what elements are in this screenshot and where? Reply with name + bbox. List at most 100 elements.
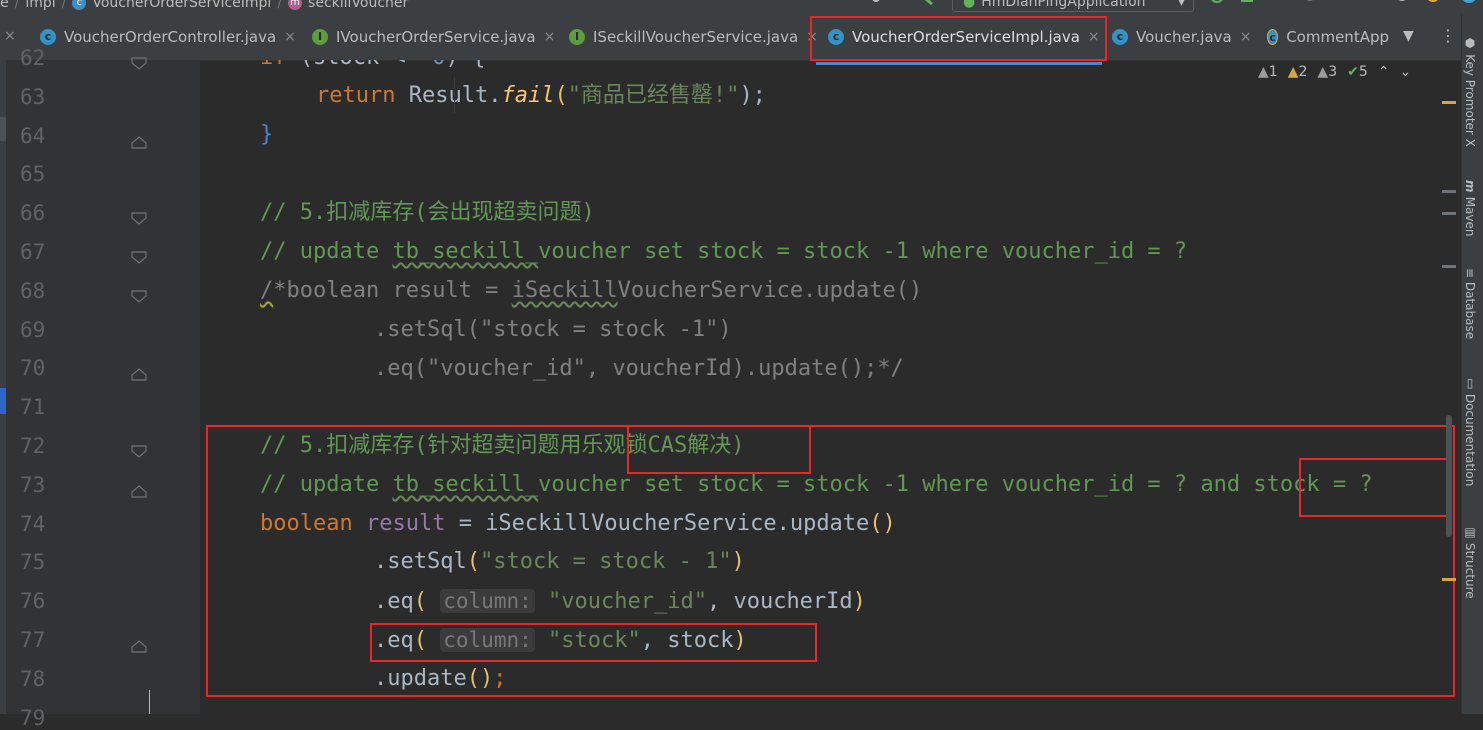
line-number[interactable]: 68 bbox=[20, 279, 80, 303]
coverage-icon[interactable] bbox=[1270, 0, 1288, 10]
chevron-up-icon[interactable]: ⌃ bbox=[1378, 64, 1390, 80]
line-number[interactable]: 65 bbox=[20, 162, 80, 186]
fold-open-icon[interactable] bbox=[131, 212, 147, 226]
fold-close-icon[interactable] bbox=[131, 367, 147, 381]
tab-close-icon[interactable]: × bbox=[544, 29, 556, 45]
tab-close-icon[interactable]: × bbox=[806, 29, 818, 45]
breadcrumb-item[interactable]: seckillVoucher bbox=[308, 0, 408, 11]
navigation-bar: e / impl / c VoucherOrderServiceImpl / m… bbox=[0, 0, 1483, 14]
line-number[interactable]: 75 bbox=[20, 550, 80, 574]
weak-warning-icon: ▲ bbox=[1317, 64, 1329, 80]
more-vertical-icon[interactable]: ⋮ bbox=[1440, 26, 1456, 45]
vertical-scrollbar[interactable] bbox=[1446, 415, 1452, 537]
inspection-widget[interactable]: ▲1 ▲2 ▲3 ✔5 ⌃ ⌄ bbox=[1258, 62, 1411, 82]
breadcrumb-item[interactable]: impl bbox=[25, 0, 55, 11]
code-line-67: // update tb_seckill_voucher set stock =… bbox=[260, 239, 1188, 264]
database-icon: ≡ bbox=[1463, 268, 1477, 282]
tab-close-icon[interactable]: × bbox=[4, 28, 16, 44]
tab-comment-app[interactable]: c CommentApp bbox=[1267, 18, 1389, 56]
class-icon: c bbox=[828, 29, 844, 45]
tool-window-structure[interactable]: ▤ Structure bbox=[1463, 525, 1477, 599]
code-line-64: } bbox=[260, 122, 274, 147]
code-line-66: // 5.扣减库存(会出现超卖问题) bbox=[260, 200, 595, 225]
weak-stripe-mark[interactable] bbox=[1442, 265, 1456, 268]
typo-count[interactable]: ✔5 bbox=[1347, 64, 1368, 80]
rerun-icon[interactable] bbox=[1208, 0, 1226, 10]
weak-stripe-mark[interactable] bbox=[1442, 190, 1456, 193]
update-icon[interactable] bbox=[1424, 0, 1442, 10]
run-configuration-select[interactable]: ● HmDianPingApplication ▾ bbox=[952, 0, 1194, 12]
structure-icon: ▤ bbox=[1463, 525, 1477, 543]
breadcrumb-separator: / bbox=[14, 0, 20, 11]
tab-iseckill-voucher-service[interactable]: I ISeckillVoucherService.java × bbox=[569, 18, 818, 56]
line-number[interactable]: 73 bbox=[20, 473, 80, 497]
line-number[interactable]: 67 bbox=[20, 240, 80, 264]
spring-boot-icon: ● bbox=[963, 0, 976, 10]
tool-window-database[interactable]: ≡ Database bbox=[1463, 268, 1477, 339]
warning-icon: ▲ bbox=[1287, 64, 1299, 80]
line-number[interactable]: 71 bbox=[20, 395, 80, 419]
line-number[interactable]: 70 bbox=[20, 356, 80, 380]
warning-count[interactable]: ▲2 bbox=[1288, 64, 1308, 80]
code-line-62: if (stock <= 0) { bbox=[260, 60, 485, 76]
line-number[interactable]: 77 bbox=[20, 628, 80, 652]
tool-window-documentation[interactable]: ▯ Documentation bbox=[1463, 376, 1477, 486]
weak-stripe-mark[interactable] bbox=[1442, 212, 1456, 215]
code-editor[interactable]: if (stock <= 0) { return Result.fail("商品… bbox=[200, 60, 1461, 714]
line-number[interactable]: 72 bbox=[20, 434, 80, 458]
code-line-72: // 5.扣减库存(针对超卖问题用乐观锁CAS解决) bbox=[260, 433, 745, 458]
line-number[interactable]: 64 bbox=[20, 124, 80, 148]
fold-open-icon[interactable] bbox=[131, 445, 147, 459]
tool-window-maven[interactable]: m Maven bbox=[1463, 180, 1477, 236]
tab-label: Voucher.java bbox=[1136, 28, 1232, 46]
line-number[interactable]: 79 bbox=[20, 706, 80, 730]
tab-label: ISeckillVoucherService.java bbox=[593, 28, 799, 46]
search-icon[interactable] bbox=[1394, 0, 1412, 10]
weak-warning-count[interactable]: ▲3 bbox=[1317, 64, 1337, 80]
code-line-75: .setSql("stock = stock - 1") bbox=[374, 549, 745, 574]
line-number[interactable]: 66 bbox=[20, 201, 80, 225]
stop-icon[interactable] bbox=[1356, 0, 1374, 10]
warning-stripe-mark[interactable] bbox=[1442, 578, 1456, 581]
fold-open-icon[interactable] bbox=[131, 57, 147, 71]
tab-voucher[interactable]: c Voucher.java × bbox=[1112, 18, 1251, 56]
build-hammer-icon[interactable] bbox=[918, 0, 936, 10]
tab-ivoucher-order-service[interactable]: I IVoucherOrderService.java × bbox=[312, 18, 555, 56]
line-number[interactable]: 69 bbox=[20, 318, 80, 342]
code-line-68: /*boolean result = iSeckillVoucherServic… bbox=[260, 278, 923, 303]
chevron-down-icon[interactable]: ▼ bbox=[1403, 28, 1414, 44]
code-line-77: .eq( column: "stock", stock) bbox=[374, 628, 747, 653]
line-number[interactable]: 63 bbox=[20, 85, 80, 109]
line-number[interactable]: 76 bbox=[20, 589, 80, 613]
fold-close-icon[interactable] bbox=[131, 135, 147, 149]
interface-icon: I bbox=[569, 29, 585, 45]
line-number[interactable]: 78 bbox=[20, 667, 80, 691]
user-icon[interactable] bbox=[866, 0, 884, 10]
caret-guide bbox=[149, 690, 150, 714]
interface-icon: I bbox=[312, 29, 328, 45]
fold-close-icon[interactable] bbox=[131, 484, 147, 498]
fold-close-icon[interactable] bbox=[131, 639, 147, 653]
line-number[interactable]: 62 bbox=[20, 46, 80, 70]
plugin-icon[interactable] bbox=[1458, 0, 1476, 10]
debug-icon[interactable] bbox=[1238, 0, 1256, 10]
fold-open-icon[interactable] bbox=[131, 290, 147, 304]
code-line-69: .setSql("stock = stock -1") bbox=[374, 317, 732, 342]
fold-open-icon[interactable] bbox=[131, 251, 147, 265]
tab-voucher-order-service-impl[interactable]: c VoucherOrderServiceImpl.java × bbox=[828, 18, 1100, 56]
breadcrumb-item[interactable]: VoucherOrderServiceImpl bbox=[92, 0, 271, 11]
tab-close-icon[interactable]: × bbox=[1240, 29, 1252, 45]
breadcrumb-item[interactable]: e bbox=[0, 0, 9, 11]
warning-stripe-mark[interactable] bbox=[1442, 101, 1456, 104]
error-count[interactable]: ▲1 bbox=[1258, 64, 1278, 80]
chevron-down-icon: ▾ bbox=[1177, 0, 1185, 10]
breadcrumb-separator: / bbox=[277, 0, 283, 11]
code-line-73: // update tb_seckill_voucher set stock =… bbox=[260, 472, 1373, 497]
chevron-down-icon[interactable]: ⌄ bbox=[1400, 64, 1412, 80]
line-number[interactable]: 74 bbox=[20, 512, 80, 536]
profile-icon[interactable] bbox=[1302, 0, 1320, 10]
tab-close-icon[interactable]: × bbox=[1088, 29, 1100, 45]
documentation-icon: ▯ bbox=[1463, 376, 1477, 394]
tab-close-icon[interactable]: × bbox=[284, 29, 296, 45]
tool-window-key-promoter[interactable]: ⬢ Key Promoter X bbox=[1463, 36, 1477, 147]
